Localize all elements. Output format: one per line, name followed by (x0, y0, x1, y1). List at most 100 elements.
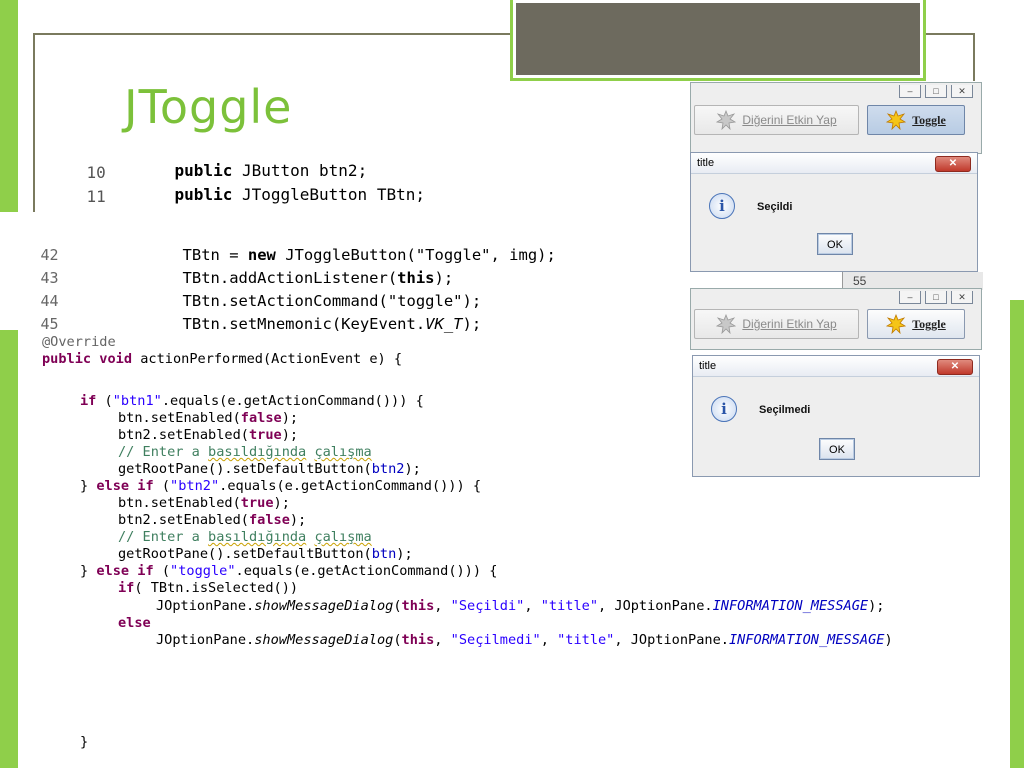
code-text: , (434, 632, 451, 648)
code-string: "toggle" (170, 563, 236, 579)
dialog-message: Seçilmedi (759, 404, 811, 416)
code-keyword: true (240, 495, 274, 511)
code-line: btn2.setEnabled(false); (118, 512, 306, 528)
code-snippet-fields: 10 public JButton btn2; 11 public JToggl… (40, 140, 680, 230)
code-keyword: this (401, 598, 435, 614)
header-photo-placeholder (513, 0, 923, 78)
toggle-button[interactable]: Toggle (867, 105, 965, 135)
close-icon[interactable]: ✕ (937, 359, 973, 375)
maximize-icon[interactable]: □ (925, 291, 947, 304)
code-comment: // Enter a (118, 529, 209, 545)
code-text: ) (884, 632, 893, 648)
code-text: JOptionPane. (156, 632, 255, 648)
code-text: JToggleButton (232, 185, 377, 204)
code-method: showMessageDialog (254, 598, 394, 614)
code-line: } (80, 734, 88, 750)
code-text: ); (289, 512, 307, 528)
enable-other-button[interactable]: Diğerini Etkin Yap (694, 105, 859, 135)
code-text: ); (404, 461, 421, 477)
code-method: showMessageDialog (254, 632, 394, 648)
minimize-icon[interactable]: – (899, 291, 921, 304)
code-field: btn2 (371, 461, 405, 477)
code-text: , (434, 598, 451, 614)
close-icon[interactable]: ✕ (951, 291, 973, 304)
ok-button[interactable]: OK (817, 233, 853, 255)
close-icon[interactable]: ✕ (935, 156, 971, 172)
code-line: btn.setEnabled(true); (118, 495, 290, 511)
code-text: } (80, 563, 97, 579)
button-label: Diğerini Etkin Yap (742, 113, 837, 127)
code-text: , (540, 632, 558, 648)
button-label: Toggle (912, 112, 946, 127)
swing-window-top: – □ ✕ Diğerini Etkin Yap Toggle (690, 82, 982, 154)
code-line: public void actionPerformed(ActionEvent … (42, 351, 402, 367)
code-keyword: false (240, 410, 282, 426)
window-controls: – □ ✕ (899, 85, 973, 98)
dialog-title-bar: title ✕ (693, 356, 979, 377)
code-text: ); (868, 598, 885, 614)
code-text: , img); (490, 246, 556, 264)
code-line: JOptionPane.showMessageDialog(this, "Seç… (156, 632, 893, 648)
toggle-button[interactable]: Toggle (867, 309, 965, 339)
code-line: // Enter a basıldığında çalışma (118, 529, 372, 545)
burst-icon (716, 110, 737, 130)
code-comment: çalışma (314, 529, 372, 545)
code-line: getRootPane().setDefaultButton(btn); (118, 546, 413, 562)
code-string: "Seçildi" (450, 598, 525, 614)
dialog-title: title (699, 360, 717, 372)
code-keyword: else if (96, 478, 154, 494)
code-keyword: if (80, 393, 97, 409)
code-text: ; (415, 185, 425, 204)
code-line: JOptionPane.showMessageDialog(this, "Seç… (156, 598, 884, 614)
code-comment: // Enter a (118, 444, 209, 460)
code-text: } (80, 478, 97, 494)
code-text: ( TBtn.isSelected()) (134, 580, 299, 596)
code-string: "title" (557, 632, 615, 648)
minimize-icon[interactable]: – (899, 85, 921, 98)
code-text: , (524, 598, 541, 614)
code-line: getRootPane().setDefaultButton(btn2); (118, 461, 421, 477)
burst-icon (886, 110, 907, 130)
ok-button[interactable]: OK (819, 438, 855, 460)
code-text: ); (273, 495, 290, 511)
code-text: getRootPane().setDefaultButton( (118, 546, 372, 562)
code-text: btn2.setEnabled( (118, 512, 249, 528)
code-string: "btn2" (170, 478, 220, 494)
code-text: ); (281, 410, 299, 426)
code-text: JOptionPane. (156, 598, 255, 614)
code-line: btn2.setEnabled(true); (118, 427, 298, 443)
window-controls: – □ ✕ (899, 291, 973, 304)
code-text: ( (393, 632, 402, 648)
info-icon: i (711, 396, 737, 422)
code-text: ( (153, 478, 171, 494)
code-text: ); (281, 427, 299, 443)
code-text: ( (393, 598, 402, 614)
info-icon: i (709, 193, 735, 219)
code-constant: INFORMATION_MESSAGE (712, 598, 869, 614)
code-comment: basıldığında (208, 444, 307, 460)
code-keyword: if (118, 580, 135, 596)
slide-title: JToggle (124, 80, 293, 134)
enable-other-button[interactable]: Diğerini Etkin Yap (694, 309, 859, 339)
maximize-icon[interactable]: □ (925, 85, 947, 98)
code-line: } else if ("btn2".equals(e.getActionComm… (80, 478, 481, 494)
code-text: btn.setEnabled( (118, 410, 241, 426)
code-text: , JOptionPane. (598, 598, 713, 614)
code-keyword: false (248, 512, 290, 528)
code-annotation: @Override (42, 334, 116, 350)
code-text: actionPerformed(ActionEvent e) { (132, 351, 403, 367)
dialog-message: Seçildi (757, 201, 793, 213)
burst-icon (886, 314, 907, 334)
button-label: Diğerini Etkin Yap (742, 317, 837, 331)
close-icon[interactable]: ✕ (951, 85, 973, 98)
burst-icon (716, 314, 737, 334)
code-text: .equals(e.getActionCommand())) { (235, 563, 498, 579)
code-text: ( (153, 563, 171, 579)
message-dialog-not-selected: title ✕ i Seçilmedi OK (692, 355, 980, 477)
code-line: else (118, 615, 151, 631)
code-text: .equals(e.getActionCommand())) { (219, 478, 482, 494)
code-comment: çalışma (314, 444, 372, 460)
code-keyword: true (248, 427, 282, 443)
code-text: ( (96, 393, 113, 409)
code-field: TBtn (376, 185, 416, 204)
